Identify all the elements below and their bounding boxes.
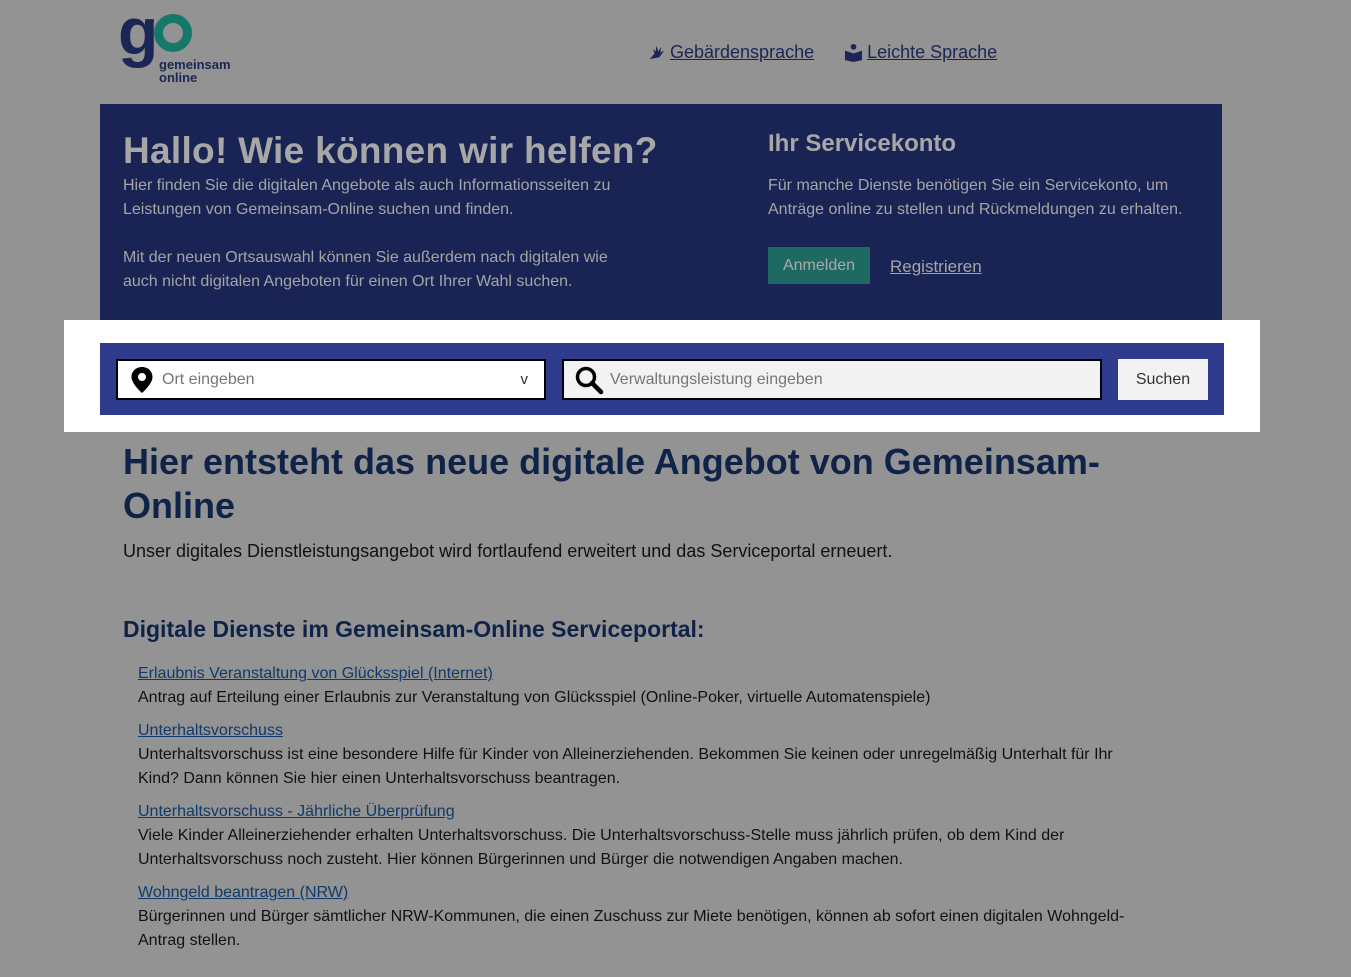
logo-text: gemeinsam online [159, 58, 231, 84]
service-description: Antrag auf Erteilung einer Erlaubnis zur… [138, 689, 931, 706]
location-select[interactable]: Ort eingeben v [116, 359, 546, 400]
logo-letter-g: g [118, 0, 158, 68]
services-section-title: Digitale Dienste im Gemeinsam-Online Ser… [123, 616, 705, 642]
chevron-down-icon[interactable]: v [521, 371, 529, 388]
service-description: Bürgerinnen und Bürger sämtlicher NRW-Ko… [138, 908, 1125, 949]
sign-language-label: Gebärdensprache [670, 42, 815, 62]
easy-language-link[interactable]: Leichte Sprache [844, 42, 997, 63]
logo-line2: online [159, 70, 198, 85]
login-button[interactable]: Anmelden [768, 247, 870, 284]
service-description: Unterhaltsvorschuss ist eine besondere H… [138, 746, 1113, 787]
hero-section: Hallo! Wie können wir helfen? Hier finde… [100, 104, 1222, 320]
hero-title: Hallo! Wie können wir helfen? [123, 130, 658, 171]
service-search-input[interactable]: Verwaltungsleistung eingeben [562, 359, 1102, 400]
easy-language-book-icon [845, 43, 863, 62]
service-placeholder: Verwaltungsleistung eingeben [610, 370, 823, 388]
hero-location-text: Mit der neuen Ortsauswahl können Sie auß… [123, 249, 608, 290]
servicekonto-text: Für manche Dienste benötigen Sie ein Ser… [768, 177, 1183, 218]
easy-language-label: Leichte Sprache [867, 42, 998, 62]
page-subtitle: Unser digitales Dienstleistungsangebot w… [123, 541, 893, 561]
service-item: Unterhaltsvorschuss Unterhaltsvorschuss … [138, 719, 1148, 791]
service-link-gluecksspiel[interactable]: Erlaubnis Veranstaltung von Glücksspiel … [138, 662, 1148, 686]
location-pin-icon [131, 366, 153, 393]
service-link-unterhaltsvorschuss[interactable]: Unterhaltsvorschuss [138, 719, 1148, 743]
service-link-unterhaltsvorschuss-pruefung[interactable]: Unterhaltsvorschuss - Jährliche Überprüf… [138, 800, 1148, 824]
search-bar: Ort eingeben v Verwaltungsleistung einge… [100, 343, 1224, 415]
sign-language-link[interactable]: Gebärdensprache [647, 42, 814, 63]
service-item: Unterhaltsvorschuss - Jährliche Überprüf… [138, 800, 1148, 872]
accessibility-links: Gebärdensprache Leichte Sprache [647, 42, 997, 63]
service-item: Erlaubnis Veranstaltung von Glücksspiel … [138, 662, 1148, 710]
register-link[interactable]: Registrieren [890, 257, 982, 277]
hero-intro-text: Hier finden Sie die digitalen Angebote a… [123, 177, 611, 218]
services-list: Erlaubnis Veranstaltung von Glücksspiel … [138, 662, 1148, 962]
servicekonto-title: Ihr Servicekonto [768, 130, 957, 157]
search-highlight-panel: Ort eingeben v Verwaltungsleistung einge… [64, 320, 1260, 432]
service-link-wohngeld[interactable]: Wohngeld beantragen (NRW) [138, 881, 1148, 905]
service-item: Wohngeld beantragen (NRW) Bürgerinnen un… [138, 881, 1148, 953]
location-placeholder: Ort eingeben [162, 370, 255, 388]
page-title: Hier entsteht das neue digitale Angebot … [123, 441, 1100, 526]
sign-language-hands-icon [649, 45, 665, 60]
search-icon [575, 366, 604, 394]
logo-ring [154, 14, 192, 52]
site-logo[interactable]: g gemeinsam online [118, 0, 248, 88]
search-button[interactable]: Suchen [1118, 359, 1208, 400]
service-description: Viele Kinder Alleinerziehender erhalten … [138, 827, 1065, 868]
